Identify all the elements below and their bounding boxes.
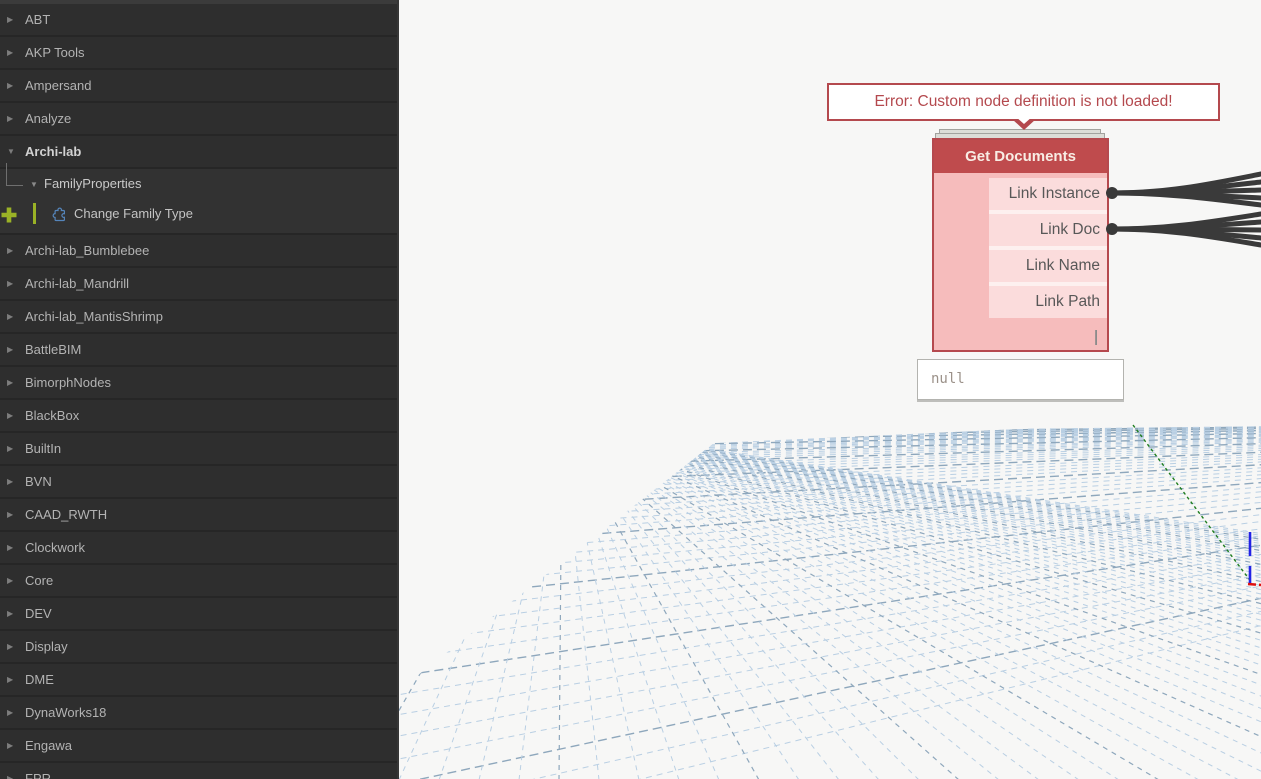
add-node-plus-icon[interactable] <box>0 205 18 235</box>
sidebar-item-bimorphnodes[interactable]: ▶ BimorphNodes <box>0 367 397 400</box>
chevron-right-icon[interactable]: ▶ <box>7 532 13 563</box>
category-label: Ampersand <box>25 78 92 93</box>
category-label: Clockwork <box>25 540 85 555</box>
sidebar-item-dev[interactable]: ▶ DEV <box>0 598 397 631</box>
chevron-right-icon[interactable]: ▶ <box>7 697 13 728</box>
chevron-right-icon[interactable]: ▶ <box>7 4 13 35</box>
lacing-indicator[interactable]: | <box>1094 327 1098 345</box>
chevron-right-icon[interactable]: ▶ <box>7 664 13 695</box>
category-label: DEV <box>25 606 52 621</box>
node-preview-bubble[interactable]: null <box>917 359 1124 400</box>
chevron-right-icon[interactable]: ▶ <box>7 400 13 431</box>
sidebar-item-bvn[interactable]: ▶ BVN <box>0 466 397 499</box>
chevron-right-icon[interactable]: ▶ <box>7 367 13 398</box>
category-label: BlackBox <box>25 408 80 423</box>
output-port-link-instance[interactable]: Link Instance <box>989 178 1107 210</box>
output-port-link-path[interactable]: Link Path <box>989 286 1107 318</box>
library-sidebar: ▶ ABT ▶ AKP Tools ▶ Ampersand ▶ Analyze ▼ Archi-l… <box>0 0 399 779</box>
category-label: Core <box>25 573 54 588</box>
sidebar-item-archi-lab-bumblebee[interactable]: ▶ Archi-lab_Bumblebee <box>0 235 397 268</box>
error-tooltip-text: Error: Custom node definition is not loa… <box>874 93 1173 110</box>
chevron-right-icon[interactable]: ▶ <box>7 763 13 779</box>
node-title-bar[interactable]: Get Documents <box>934 140 1107 173</box>
category-label: AKP Tools <box>25 45 85 60</box>
sidebar-subcategory-familyproperties[interactable]: ▼ FamilyProperties <box>0 163 397 200</box>
puzzle-piece-icon <box>51 205 68 235</box>
category-label: Display <box>25 639 68 654</box>
sidebar-item-blackbox[interactable]: ▶ BlackBox <box>0 400 397 433</box>
sidebar-item-archi-lab-mandrill[interactable]: ▶ Archi-lab_Mandrill <box>0 268 397 301</box>
chevron-right-icon[interactable]: ▶ <box>7 103 13 134</box>
chevron-right-icon[interactable]: ▶ <box>7 730 13 761</box>
chevron-right-icon[interactable]: ▶ <box>7 334 13 365</box>
tooltip-pointer-fill <box>1014 116 1033 124</box>
category-label: DME <box>25 672 54 687</box>
category-label: BimorphNodes <box>25 375 111 390</box>
chevron-right-icon[interactable]: ▶ <box>7 70 13 101</box>
sidebar-item-engawa[interactable]: ▶ Engawa <box>0 730 397 763</box>
output-port-link-name[interactable]: Link Name <box>989 250 1107 282</box>
node-get-documents[interactable]: Get Documents Link Instance Link Doc Link … <box>932 138 1109 352</box>
category-label: Archi-lab <box>25 144 82 159</box>
category-label: Engawa <box>25 738 72 753</box>
category-label: FPR <box>25 771 51 779</box>
output-port-link-doc[interactable]: Link Doc <box>989 214 1107 246</box>
chevron-right-icon[interactable]: ▶ <box>7 433 13 464</box>
sidebar-item-dynaworks18[interactable]: ▶ DynaWorks18 <box>0 697 397 730</box>
chevron-right-icon[interactable]: ▶ <box>7 565 13 596</box>
sidebar-item-abt[interactable]: ▶ ABT <box>0 4 397 37</box>
workspace-canvas[interactable]: Error: Custom node definition is not loa… <box>399 0 1261 779</box>
chevron-down-icon[interactable]: ▼ <box>30 170 38 200</box>
chevron-right-icon[interactable]: ▶ <box>7 37 13 68</box>
sidebar-item-core[interactable]: ▶ Core <box>0 565 397 598</box>
subcategory-label: FamilyProperties <box>44 176 142 191</box>
sidebar-item-caad-rwth[interactable]: ▶ CAAD_RWTH <box>0 499 397 532</box>
sidebar-item-clockwork[interactable]: ▶ Clockwork <box>0 532 397 565</box>
output-ports: Link Instance Link Doc Link Name Link Path <box>989 178 1107 318</box>
custom-node-label: Change Family Type <box>74 206 193 221</box>
category-label: Archi-lab_Bumblebee <box>25 243 150 258</box>
sidebar-item-analyze[interactable]: ▶ Analyze <box>0 103 397 136</box>
category-label: ABT <box>25 12 51 27</box>
sidebar-item-archi-lab-mantisshrimp[interactable]: ▶ Archi-lab_MantisShrimp <box>0 301 397 334</box>
error-tooltip: Error: Custom node definition is not loa… <box>827 83 1220 130</box>
sidebar-item-dme[interactable]: ▶ DME <box>0 664 397 697</box>
category-label: BattleBIM <box>25 342 82 357</box>
category-label: Archi-lab_Mandrill <box>25 276 130 291</box>
category-label: BVN <box>25 474 52 489</box>
chevron-right-icon[interactable]: ▶ <box>7 598 13 629</box>
category-label: BuiltIn <box>25 441 62 456</box>
tree-elbow-line <box>6 163 23 186</box>
sidebar-item-fpr[interactable]: ▶ FPR <box>0 763 397 779</box>
sidebar-expanded-archi-lab: ▼ FamilyProperties Change Family Type <box>0 163 397 235</box>
sidebar-item-ampersand[interactable]: ▶ Ampersand <box>0 70 397 103</box>
sidebar-item-battlebim[interactable]: ▶ BattleBIM <box>0 334 397 367</box>
sidebar-item-builtin[interactable]: ▶ BuiltIn <box>0 433 397 466</box>
sidebar-item-archi-lab[interactable]: ▼ Archi-lab <box>0 136 397 169</box>
sidebar-item-display[interactable]: ▶ Display <box>0 631 397 664</box>
chevron-right-icon[interactable]: ▶ <box>7 301 13 332</box>
chevron-right-icon[interactable]: ▶ <box>7 235 13 266</box>
category-label: Analyze <box>25 111 72 126</box>
category-label: Archi-lab_MantisShrimp <box>25 309 163 324</box>
sidebar-node-change-family-type[interactable]: Change Family Type <box>0 199 397 229</box>
chevron-right-icon[interactable]: ▶ <box>7 499 13 530</box>
category-label: CAAD_RWTH <box>25 507 108 522</box>
library-category-list: ▶ ABT ▶ AKP Tools ▶ Ampersand ▶ Analyze ▼ Archi-l… <box>0 4 397 779</box>
chevron-right-icon[interactable]: ▶ <box>7 631 13 662</box>
chevron-right-icon[interactable]: ▶ <box>7 466 13 497</box>
green-accent-bar <box>33 203 36 224</box>
preview-value: null <box>931 371 965 387</box>
sidebar-item-akp-tools[interactable]: ▶ AKP Tools <box>0 37 397 70</box>
category-label: DynaWorks18 <box>25 705 107 720</box>
chevron-right-icon[interactable]: ▶ <box>7 268 13 299</box>
